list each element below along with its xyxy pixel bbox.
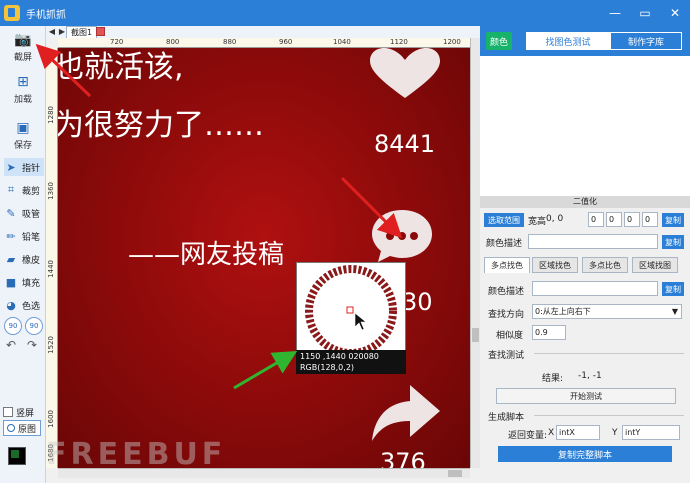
phone-text-line1: 也就活该,: [58, 50, 184, 85]
subtab-region-find-image[interactable]: 区域找图: [632, 257, 678, 273]
original-image-radio[interactable]: 原图: [3, 420, 41, 436]
eyedropper-icon: ✎: [6, 206, 16, 220]
comment-icon: [372, 210, 432, 262]
screenshot-button[interactable]: 📷 截屏: [0, 32, 46, 63]
tab-make-font-library[interactable]: 制作字库: [610, 32, 682, 50]
floppy-icon: ▣: [16, 120, 30, 136]
range-y1-input[interactable]: 0: [606, 212, 622, 227]
width-height-value: 0, 0: [546, 214, 564, 224]
find-direction-select[interactable]: 0:从左上向右下 ▼: [532, 304, 682, 319]
phone-text-line3: ——网友投稿: [128, 240, 285, 270]
pixel-coordinates: 1150 ,1440 020080: [300, 352, 379, 361]
chevron-down-icon: ▼: [671, 307, 678, 316]
start-test-button[interactable]: 开始测试: [496, 388, 676, 404]
copy-color-desc-button-2[interactable]: 复制: [662, 282, 684, 296]
subtab-multi-point-compare[interactable]: 多点比色: [582, 257, 628, 273]
y-var-input[interactable]: intY: [622, 425, 680, 440]
pointer-icon: ➤: [6, 160, 16, 174]
range-x1-input[interactable]: 0: [588, 212, 604, 227]
undo-icon[interactable]: ↶: [6, 338, 16, 352]
pixel-rgb: RGB(128,0,2): [300, 363, 355, 372]
tool-eyedropper[interactable]: ✎ 吸管: [4, 204, 44, 222]
tool-pencil[interactable]: ✏ 铅笔: [4, 227, 44, 245]
range-x2-input[interactable]: 0: [624, 212, 640, 227]
portrait-label: 竖屏: [16, 409, 35, 419]
binarize-preview: [480, 56, 690, 196]
left-toolbar: 📷 截屏 ⊞ 加载 ▣ 保存 ➤ 指针 ⌗ 裁剪 ✎ 吸管 ✏ 铅笔 ▰ 橡皮 ■ 填充 ◕…: [0, 26, 46, 483]
fill-icon: ■: [5, 275, 17, 289]
radio-dot-icon: [7, 424, 15, 432]
copy-range-button[interactable]: 复制: [662, 213, 684, 227]
color-button[interactable]: 颜色: [486, 32, 512, 50]
eraser-icon: ▰: [6, 252, 16, 266]
y-label: Y: [612, 428, 618, 438]
x-label: X: [548, 428, 555, 438]
similarity-input[interactable]: 0.9: [532, 325, 566, 340]
subtab-multi-point-find[interactable]: 多点找色: [484, 257, 530, 273]
right-panel: 颜色 找图色测试 制作字库 二值化 选取范围 宽高 0, 0 0 0 0 0 复…: [480, 26, 690, 483]
save-button[interactable]: ▣ 保存: [0, 120, 46, 151]
palette-icon: ◕: [6, 298, 16, 312]
tool-pointer[interactable]: ➤ 指针: [4, 158, 44, 176]
crop-icon: ⌗: [7, 183, 15, 196]
portrait-checkbox[interactable]: [3, 407, 13, 417]
return-var-label: 返回变量:: [508, 431, 548, 441]
redo-icon[interactable]: ↷: [27, 338, 37, 352]
rotate-left-button[interactable]: 90: [4, 317, 22, 335]
tool-fill[interactable]: ■ 填充: [4, 273, 44, 291]
magnifier-info: 1150 ,1440 020080 RGB(128,0,2): [296, 350, 406, 374]
heart-icon: [370, 48, 440, 98]
window-title: 手机抓抓: [26, 9, 66, 21]
horizontal-ruler: 720 800 880 960 1040 1120 1200: [58, 38, 470, 48]
color-desc-label-2: 颜色描述: [488, 287, 525, 297]
phone-text-line2: 为很努力了……: [58, 108, 264, 143]
pencil-icon: ✏: [6, 229, 16, 243]
copy-color-desc-button[interactable]: 复制: [662, 235, 684, 249]
watermark: FREEBUF: [46, 437, 227, 472]
app-logo-icon: [4, 5, 20, 21]
similarity-label: 相似度: [496, 331, 524, 341]
tab-find-color-test[interactable]: 找图色测试: [526, 32, 610, 50]
find-direction-label: 查找方向: [488, 310, 525, 320]
magnified-circle-icon: [305, 265, 397, 357]
vertical-ruler: 1280 1360 1440 1520 1600 1680: [46, 48, 58, 468]
close-button[interactable]: ✕: [660, 0, 690, 26]
color-swatch[interactable]: [8, 447, 26, 465]
image-tab-strip: ◀ ▶ 截图1: [46, 26, 480, 38]
screenshot-canvas[interactable]: 也就活该, 为很努力了…… ——网友投稿 8441 30 376: [58, 48, 470, 468]
tool-crop[interactable]: ⌗ 裁剪: [4, 181, 44, 199]
color-desc-input-2[interactable]: [532, 281, 658, 296]
like-count: 8441: [374, 130, 436, 158]
right-panel-header: 颜色 找图色测试 制作字库: [480, 26, 690, 56]
result-value: -1, -1: [578, 371, 602, 381]
color-desc-input[interactable]: [528, 234, 658, 249]
result-label: 结果:: [542, 374, 564, 384]
tool-color-select[interactable]: ◕ 色选: [4, 296, 44, 314]
maximize-button[interactable]: ▭: [630, 0, 660, 26]
range-y2-input[interactable]: 0: [642, 212, 658, 227]
width-height-label: 宽高: [528, 217, 547, 227]
copy-full-script-button[interactable]: 复制完整脚本: [498, 446, 672, 462]
color-desc-label: 颜色描述: [486, 239, 523, 249]
tool-eraser[interactable]: ▰ 橡皮: [4, 250, 44, 268]
title-bar: 手机抓抓 — ▭ ✕: [0, 0, 690, 26]
comment-count: 30: [402, 288, 433, 316]
rotate-right-button[interactable]: 90: [25, 317, 43, 335]
gen-script-label: 生成脚本: [488, 413, 525, 423]
share-count: 376: [380, 448, 426, 468]
x-var-input[interactable]: intX: [556, 425, 600, 440]
subtab-region-find-color[interactable]: 区域找色: [532, 257, 578, 273]
camera-icon: 📷: [14, 32, 32, 48]
add-image-icon: ⊞: [17, 74, 29, 90]
share-icon: [372, 385, 440, 441]
binarize-bar[interactable]: 二值化: [480, 196, 690, 208]
select-range-button[interactable]: 选取范围: [484, 213, 524, 227]
minimize-button[interactable]: —: [600, 0, 630, 26]
tab-close-icon[interactable]: [96, 27, 105, 36]
vertical-scrollbar[interactable]: [470, 38, 480, 468]
find-test-label: 查找测试: [488, 351, 525, 361]
tab-screenshot1[interactable]: 截图1: [66, 26, 98, 38]
load-button[interactable]: ⊞ 加载: [0, 74, 46, 105]
